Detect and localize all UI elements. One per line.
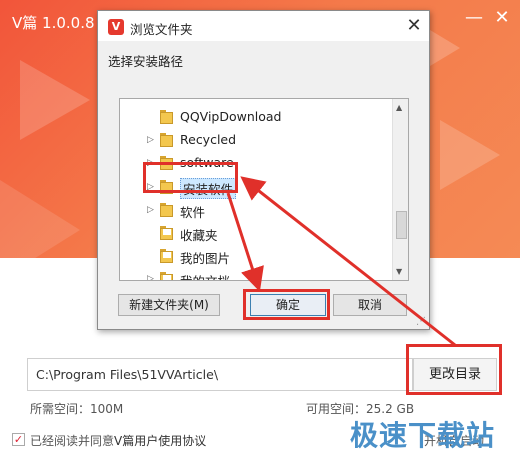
- pictures-folder-icon: [160, 249, 173, 263]
- close-button[interactable]: ✕: [490, 6, 514, 30]
- app-logo-icon: V: [108, 19, 124, 35]
- space-required-label: 所需空间：100M: [30, 402, 124, 416]
- agree-prefix: 已经阅读并同意: [30, 434, 115, 448]
- app-title: V篇 1.0.0.8: [12, 14, 95, 32]
- expand-arrow-icon[interactable]: ▷: [147, 205, 154, 215]
- annotation-highlight-folder: [143, 162, 238, 193]
- tree-item[interactable]: ▷ Recycled: [120, 129, 392, 152]
- favorites-folder-icon: [160, 226, 173, 240]
- tree-item[interactable]: 收藏夹: [120, 222, 392, 245]
- watermark-text: 极速下载站: [350, 419, 496, 452]
- dialog-title: 浏览文件夹: [130, 22, 193, 37]
- annotation-highlight-change: [406, 344, 502, 395]
- dialog-prompt: 选择安装路径: [108, 54, 184, 69]
- tree-item[interactable]: ▷ 软件: [120, 199, 392, 222]
- tree-item-label: 我的文档: [180, 271, 230, 280]
- tree-item[interactable]: QQVipDownload: [120, 106, 392, 129]
- resize-grip-icon[interactable]: ⋰: [416, 316, 426, 327]
- tree-item[interactable]: ▷ 我的文档: [120, 268, 392, 280]
- tree-item-label: 软件: [180, 205, 206, 220]
- install-path-value: C:\Program Files\51VVArticle\: [36, 367, 219, 382]
- agreement-link[interactable]: V篇用户使用协议: [114, 434, 206, 448]
- tree-item[interactable]: 我的图片: [120, 245, 392, 268]
- tree-item-label: Recycled: [180, 132, 237, 147]
- decor-triangle: [20, 60, 90, 140]
- expand-arrow-icon[interactable]: ▷: [147, 135, 154, 145]
- folder-icon: [160, 110, 173, 124]
- scroll-up-icon[interactable]: ▲: [396, 103, 402, 112]
- install-path-field[interactable]: C:\Program Files\51VVArticle\: [27, 358, 413, 391]
- scroll-thumb[interactable]: [396, 211, 407, 239]
- dialog-titlebar: V 浏览文件夹 ✕: [98, 11, 429, 41]
- folder-icon: [160, 133, 173, 147]
- folder-icon: [160, 203, 173, 217]
- cancel-button[interactable]: 取消: [333, 294, 407, 316]
- dialog-close-button[interactable]: ✕: [403, 15, 425, 36]
- tree-scrollbar[interactable]: ▲ ▼: [392, 99, 408, 280]
- tree-item-label: QQVipDownload: [180, 109, 282, 124]
- agree-text: 已经阅读并同意V篇用户使用协议: [30, 432, 206, 449]
- scroll-down-icon[interactable]: ▼: [396, 267, 402, 276]
- annotation-highlight-ok: [243, 289, 330, 320]
- decor-triangle: [430, 30, 460, 66]
- new-folder-button[interactable]: 新建文件夹(M): [118, 294, 220, 316]
- agree-checkbox[interactable]: ✓: [12, 433, 25, 446]
- decor-triangle: [440, 120, 500, 190]
- expand-arrow-icon[interactable]: ▷: [147, 274, 154, 280]
- minimize-button[interactable]: —: [462, 6, 486, 30]
- documents-folder-icon: [160, 272, 173, 280]
- tree-item-label: 收藏夹: [180, 228, 218, 243]
- tree-item-label: 我的图片: [180, 251, 231, 266]
- decor-triangle: [0, 180, 80, 258]
